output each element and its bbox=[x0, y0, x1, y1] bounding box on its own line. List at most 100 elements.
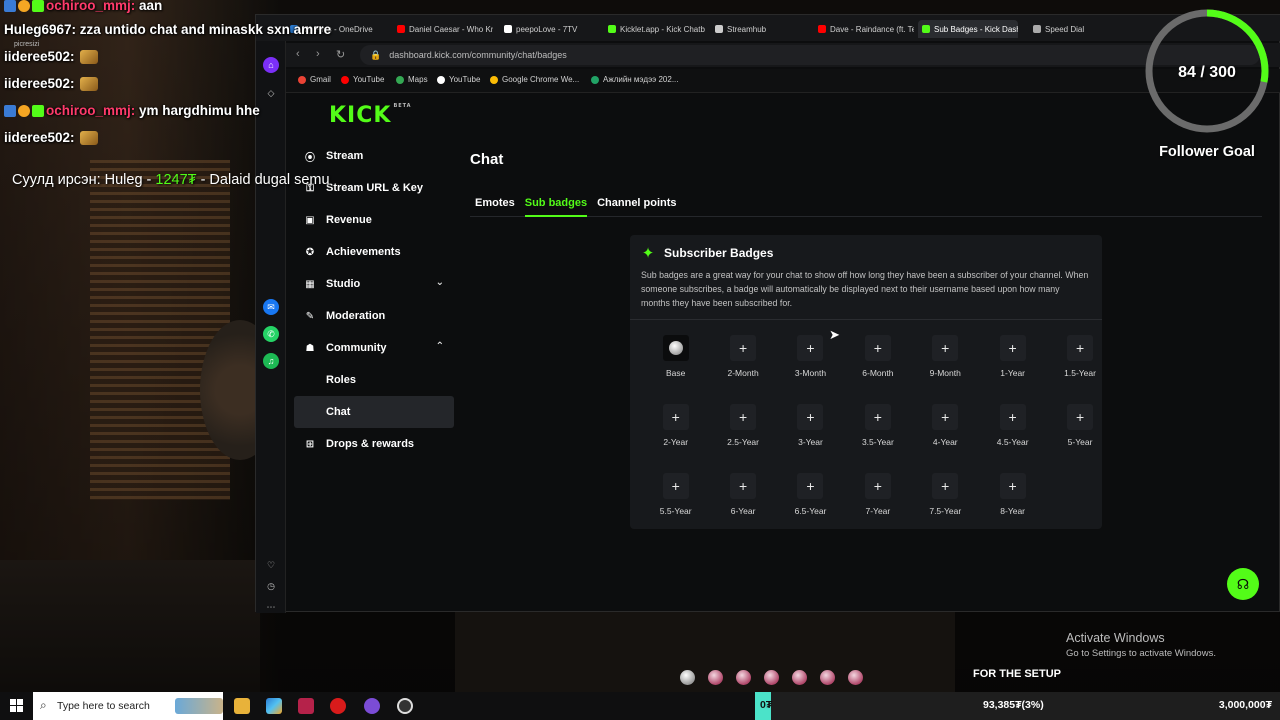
back-icon[interactable]: ‹ bbox=[296, 48, 300, 60]
whatsapp-icon[interactable]: ✆ bbox=[263, 326, 279, 342]
badge-slot[interactable]: +6-Year bbox=[709, 473, 776, 528]
add-badge-button[interactable]: + bbox=[999, 473, 1026, 499]
nav-achievements[interactable]: ✪ Achievements bbox=[294, 236, 454, 268]
base-badge-image[interactable] bbox=[662, 335, 689, 361]
bookmark-item[interactable]: Gmail bbox=[298, 75, 331, 84]
file-explorer-icon[interactable] bbox=[234, 698, 250, 714]
obs-icon[interactable] bbox=[397, 698, 413, 714]
badge-slot[interactable]: +5-Year bbox=[1046, 404, 1113, 459]
badge-label: 5-Year bbox=[1067, 437, 1093, 447]
badge-slot[interactable]: +6-Month bbox=[844, 335, 911, 390]
add-badge-button[interactable]: + bbox=[1067, 404, 1094, 430]
mini-toolbar-label: picresizi bbox=[14, 41, 40, 48]
bookmark-item[interactable]: Ажлийн мэдээ 202... bbox=[591, 75, 679, 84]
add-badge-button[interactable]: + bbox=[730, 473, 757, 499]
chat-username[interactable]: iideree502: bbox=[4, 130, 75, 145]
home-icon[interactable]: ⌂ bbox=[263, 57, 279, 73]
badge-slot[interactable]: +1.5-Year bbox=[1046, 335, 1113, 390]
badge-slot[interactable]: +3-Year bbox=[777, 404, 844, 459]
badge-slot[interactable]: +7.5-Year bbox=[912, 473, 979, 528]
add-badge-button[interactable]: + bbox=[999, 404, 1026, 430]
bookmark-item[interactable]: Google Chrome We... bbox=[490, 75, 579, 84]
badge-slot[interactable]: Base bbox=[642, 335, 709, 390]
more-icon[interactable]: ⋯ bbox=[263, 599, 279, 615]
address-bar[interactable]: 🔒 dashboard.kick.com/community/chat/badg… bbox=[360, 45, 1260, 65]
nav-moderation[interactable]: ✎ Moderation bbox=[294, 300, 454, 332]
badge-slot[interactable]: +3.5-Year bbox=[844, 404, 911, 459]
nav-chat[interactable]: Chat bbox=[294, 396, 454, 428]
badge-slot[interactable]: +1-Year bbox=[979, 335, 1046, 390]
badge-slot[interactable]: +4.5-Year bbox=[979, 404, 1046, 459]
app-icon[interactable] bbox=[298, 698, 314, 714]
add-badge-button[interactable]: + bbox=[932, 473, 959, 499]
add-badge-button[interactable]: + bbox=[1067, 335, 1094, 361]
browser-tab[interactable]: Sub Badges - Kick Dashb bbox=[918, 20, 1018, 38]
discord-icon[interactable] bbox=[364, 698, 380, 714]
windows-start-icon[interactable] bbox=[10, 699, 24, 713]
nav-label: Roles bbox=[326, 374, 356, 386]
spotify-icon[interactable]: ♫ bbox=[263, 353, 279, 369]
browser-tab[interactable]: Streamhub bbox=[711, 20, 811, 38]
bookmark-item[interactable]: YouTube bbox=[341, 75, 384, 84]
history-icon[interactable]: ◷ bbox=[263, 578, 279, 594]
nav-stream[interactable]: ⦿ Stream bbox=[294, 140, 454, 172]
copilot-icon[interactable] bbox=[266, 698, 282, 714]
add-badge-button[interactable]: + bbox=[864, 473, 891, 499]
kick-logo[interactable]: KICK BETA bbox=[329, 103, 412, 128]
support-chat-button[interactable]: ☊ bbox=[1227, 568, 1259, 600]
badge-slot[interactable]: +5.5-Year bbox=[642, 473, 709, 528]
nav-roles[interactable]: Roles bbox=[294, 364, 454, 396]
add-badge-button[interactable]: + bbox=[797, 335, 824, 361]
add-badge-button[interactable]: + bbox=[864, 335, 891, 361]
chat-username[interactable]: Huleg6967: bbox=[4, 22, 76, 37]
chat-username[interactable]: ochiroo_mmj: bbox=[46, 103, 135, 118]
heart-icon[interactable]: ♡ bbox=[263, 557, 279, 573]
add-badge-button[interactable]: + bbox=[730, 404, 757, 430]
nav-community[interactable]: ☗ Community ⌃ bbox=[294, 332, 454, 364]
forward-icon[interactable]: › bbox=[316, 48, 320, 60]
add-badge-button[interactable]: + bbox=[797, 473, 824, 499]
add-badge-button[interactable]: + bbox=[932, 335, 959, 361]
badge-slot[interactable]: +7-Year bbox=[844, 473, 911, 528]
badge-slot[interactable]: +6.5-Year bbox=[777, 473, 844, 528]
tab-emotes[interactable]: Emotes bbox=[475, 193, 515, 217]
badge-slot[interactable]: +8-Year bbox=[979, 473, 1046, 528]
badge-slot[interactable]: +4-Year bbox=[912, 404, 979, 459]
add-badge-button[interactable]: + bbox=[662, 473, 689, 499]
badge-grid: Base +2-Month +3-Month +6-Month +9-Month +1-Y… bbox=[642, 335, 1096, 528]
pin-icon[interactable]: ◇ bbox=[263, 85, 279, 101]
add-badge-button[interactable]: + bbox=[730, 335, 757, 361]
badge-slot[interactable]: +2-Month bbox=[709, 335, 776, 390]
nav-revenue[interactable]: ▣ Revenue bbox=[294, 204, 454, 236]
tab-channel-points[interactable]: Channel points bbox=[597, 193, 676, 217]
badge-slot[interactable]: +2.5-Year bbox=[709, 404, 776, 459]
add-badge-button[interactable]: + bbox=[797, 404, 824, 430]
badge-slot[interactable]: +2-Year bbox=[642, 404, 709, 459]
browser-tab[interactable]: Speed Dial bbox=[1029, 20, 1119, 38]
messenger-icon[interactable]: ✉ bbox=[263, 299, 279, 315]
add-badge-button[interactable]: + bbox=[932, 404, 959, 430]
badge-label: 6-Year bbox=[730, 506, 756, 516]
chat-username[interactable]: iideree502: bbox=[4, 49, 75, 64]
browser-tab[interactable]: Daniel Caesar - Who Kn bbox=[393, 20, 493, 38]
bookmark-item[interactable]: YouTube bbox=[437, 75, 480, 84]
chat-username[interactable]: iideree502: bbox=[4, 76, 75, 91]
chat-username[interactable]: ochiroo_mmj: bbox=[46, 0, 135, 13]
nav-studio[interactable]: ▦ Studio ⌄ bbox=[294, 268, 454, 300]
tab-sub-badges[interactable]: Sub badges bbox=[524, 193, 588, 217]
badge-slot[interactable]: +9-Month bbox=[912, 335, 979, 390]
reload-icon[interactable]: ↻ bbox=[336, 48, 345, 61]
favicon-icon bbox=[922, 25, 930, 33]
nav-drops-rewards[interactable]: ⊞ Drops & rewards bbox=[294, 428, 454, 460]
add-badge-button[interactable]: + bbox=[662, 404, 689, 430]
bookmark-item[interactable]: Maps bbox=[396, 75, 428, 84]
opera-icon[interactable] bbox=[330, 698, 346, 714]
browser-tab[interactable]: Kicklet.app - Kick Chatb bbox=[604, 20, 708, 38]
add-badge-button[interactable]: + bbox=[864, 404, 891, 430]
news-widget-icon[interactable] bbox=[175, 698, 223, 714]
browser-tab[interactable]: peepoLove - 7TV bbox=[500, 20, 600, 38]
plus-icon: + bbox=[806, 478, 815, 494]
browser-tab[interactable]: Dave - Raindance (ft. Te bbox=[814, 20, 914, 38]
badge-slot[interactable]: +3-Month bbox=[777, 335, 844, 390]
add-badge-button[interactable]: + bbox=[999, 335, 1026, 361]
